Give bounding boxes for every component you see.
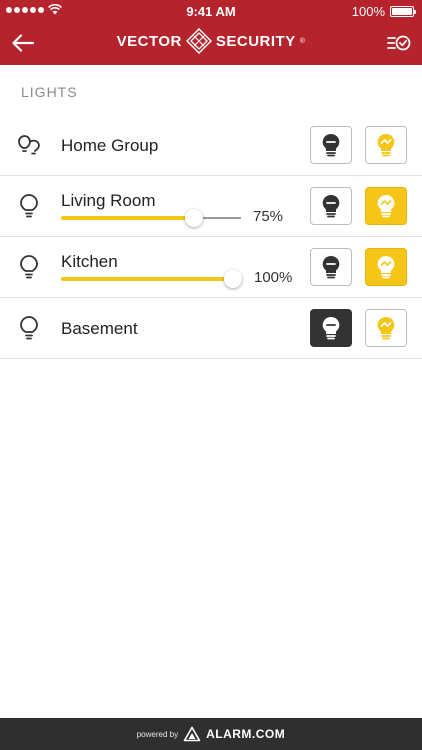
turn-off-button[interactable] xyxy=(310,309,352,347)
manage-list-button[interactable] xyxy=(384,28,414,58)
slider-fill xyxy=(61,277,233,281)
battery-percent: 100% xyxy=(351,4,385,19)
turn-on-button[interactable] xyxy=(365,248,407,286)
slider-knob[interactable] xyxy=(184,209,203,227)
battery-status: 100% xyxy=(351,4,416,19)
brightness-slider[interactable] xyxy=(61,268,242,290)
turn-on-button[interactable] xyxy=(365,126,407,164)
powered-by-footer: powered by ALARM.COM xyxy=(0,718,422,750)
checklist-icon xyxy=(387,35,411,51)
light-row-kitchen: Kitchen 100% xyxy=(0,237,422,298)
alarm-com-logo-icon xyxy=(183,726,201,742)
vector-diamond-icon xyxy=(185,28,212,54)
light-group-icon xyxy=(16,132,42,158)
brand-name-right: SECURITY xyxy=(215,32,296,50)
bulb-on-icon xyxy=(377,316,395,340)
bulb-off-icon xyxy=(322,194,340,218)
brightness-level: 100% xyxy=(254,269,293,286)
brand-logo: VECTOR SECURITY ® xyxy=(0,27,422,55)
light-bulb-icon xyxy=(16,254,42,280)
status-bar: 9:41 AM 100% xyxy=(0,0,422,22)
brightness-slider[interactable] xyxy=(61,207,241,229)
light-row-living-room: Living Room 75% xyxy=(0,176,422,237)
turn-off-button[interactable] xyxy=(310,187,352,225)
slider-fill xyxy=(61,216,194,220)
bulb-on-icon xyxy=(377,194,395,218)
light-row-basement: Basement xyxy=(0,298,422,359)
turn-off-button[interactable] xyxy=(310,248,352,286)
app-header: 9:41 AM 100% VECTOR SECURITY ® xyxy=(0,0,422,65)
light-row-home-group: Home Group xyxy=(0,115,422,176)
brand-registered: ® xyxy=(299,37,306,45)
turn-off-button[interactable] xyxy=(310,126,352,164)
turn-on-button[interactable] xyxy=(365,187,407,225)
bulb-on-icon xyxy=(377,133,395,157)
bulb-off-icon xyxy=(322,133,340,157)
brand-name-left: VECTOR xyxy=(116,32,182,50)
slider-knob[interactable] xyxy=(224,270,242,288)
bulb-off-icon xyxy=(322,255,340,279)
section-title: LIGHTS xyxy=(21,84,78,100)
light-bulb-icon xyxy=(16,193,42,219)
provider-name: ALARM.COM xyxy=(206,727,286,741)
light-bulb-icon xyxy=(16,315,42,341)
turn-on-button[interactable] xyxy=(365,309,407,347)
bulb-on-icon xyxy=(377,255,395,279)
powered-by-label: powered by xyxy=(136,729,179,739)
bulb-off-icon xyxy=(322,316,340,340)
battery-icon xyxy=(390,6,416,17)
brightness-level: 75% xyxy=(253,208,284,225)
light-name: Basement xyxy=(61,319,138,338)
light-name: Home Group xyxy=(61,136,159,155)
